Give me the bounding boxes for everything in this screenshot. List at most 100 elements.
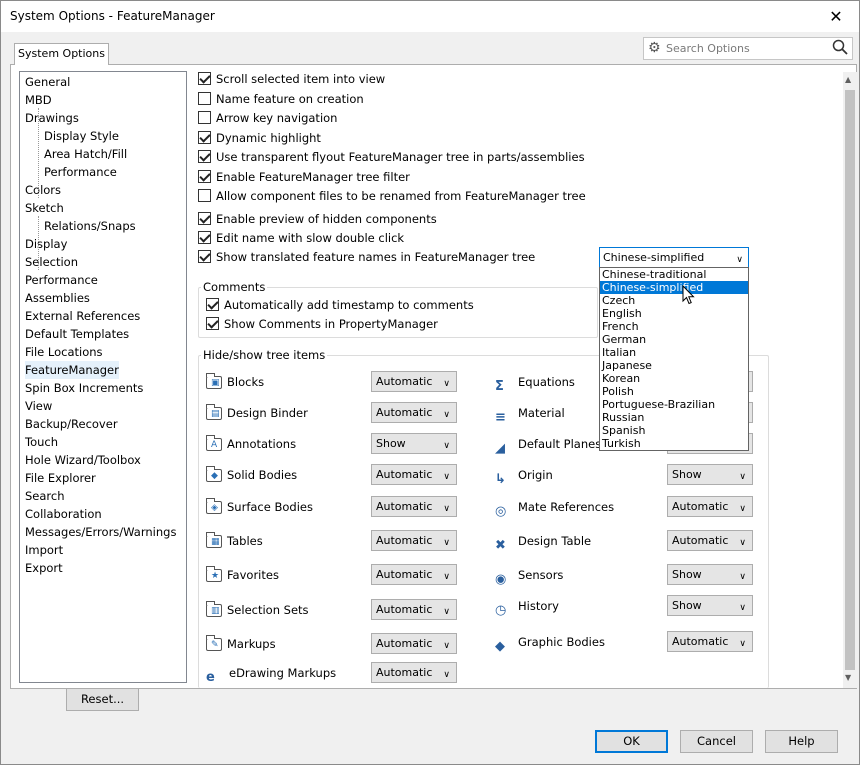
checkbox-box[interactable] (198, 189, 211, 202)
option-checkbox[interactable]: Allow component files to be renamed from… (198, 189, 586, 205)
nav-item[interactable]: Collaboration (25, 505, 102, 523)
option-checkbox[interactable]: Arrow key navigation (198, 111, 337, 127)
option-checkbox[interactable]: Scroll selected item into view (198, 72, 385, 88)
option-label: Show translated feature names in Feature… (216, 250, 536, 264)
visibility-select[interactable]: Automatic ∨ (371, 564, 457, 585)
vertical-scrollbar[interactable]: ▲ ▼ (843, 72, 857, 688)
language-option[interactable]: Chinese-traditional (600, 268, 748, 281)
nav-item[interactable]: File Locations (25, 343, 103, 361)
visibility-select[interactable]: Automatic ∨ (667, 631, 753, 652)
help-button[interactable]: Help (765, 730, 838, 753)
visibility-select[interactable]: Automatic ∨ (371, 496, 457, 517)
nav-item[interactable]: File Explorer (25, 469, 96, 487)
nav-item[interactable]: Messages/Errors/Warnings (25, 523, 176, 541)
nav-item[interactable]: MBD (25, 91, 52, 109)
option-checkbox[interactable]: Use transparent flyout FeatureManager tr… (198, 150, 585, 166)
reset-button[interactable]: Reset... (66, 688, 139, 711)
option-checkbox[interactable]: Enable preview of hidden components (198, 212, 437, 228)
nav-item[interactable]: Performance (44, 163, 117, 181)
nav-item[interactable]: Sketch (25, 199, 64, 217)
option-checkbox[interactable]: Dynamic highlight (198, 131, 321, 147)
nav-item[interactable]: Colors (25, 181, 61, 199)
language-option[interactable]: French (600, 320, 748, 333)
scroll-down-icon[interactable]: ▼ (845, 673, 851, 682)
visibility-select[interactable]: Automatic ∨ (371, 402, 457, 423)
visibility-select[interactable]: Automatic ∨ (371, 464, 457, 485)
visibility-select[interactable]: Automatic ∨ (371, 599, 457, 620)
nav-item[interactable]: Backup/Recover (25, 415, 118, 433)
checkbox-box[interactable] (198, 131, 211, 144)
checkbox-box[interactable] (198, 150, 211, 163)
nav-item[interactable]: Assemblies (25, 289, 90, 307)
nav-item[interactable]: Display Style (44, 127, 119, 145)
checkbox-box[interactable] (198, 170, 211, 183)
tab-system-options[interactable]: System Options (14, 43, 109, 65)
language-option[interactable]: Turkish (600, 437, 748, 450)
visibility-select[interactable]: Show ∨ (667, 464, 753, 485)
language-option[interactable]: Chinese-simplified (600, 281, 748, 294)
nav-item[interactable]: Performance (25, 271, 98, 289)
language-option[interactable]: Portuguese-Brazilian (600, 398, 748, 411)
nav-item[interactable]: Spin Box Increments (25, 379, 143, 397)
language-select[interactable]: Chinese-simplified ∨ (599, 247, 749, 268)
language-option[interactable]: Italian (600, 346, 748, 359)
comment-checkbox[interactable]: Show Comments in PropertyManager (206, 317, 438, 333)
checkbox-box[interactable] (198, 231, 211, 244)
visibility-select[interactable]: Automatic ∨ (371, 633, 457, 654)
language-option[interactable]: Japanese (600, 359, 748, 372)
language-option[interactable]: Polish (600, 385, 748, 398)
nav-item[interactable]: View (25, 397, 52, 415)
visibility-select[interactable]: Show ∨ (667, 595, 753, 616)
nav-item[interactable]: Area Hatch/Fill (44, 145, 127, 163)
nav-item[interactable]: FeatureManager (25, 361, 119, 379)
category-tree[interactable]: General MBD Drawings Display Style Area Hatc… (19, 71, 187, 683)
checkbox-box[interactable] (206, 298, 219, 311)
visibility-select[interactable]: Automatic ∨ (371, 371, 457, 392)
option-checkbox[interactable]: Enable FeatureManager tree filter (198, 170, 410, 186)
nav-item[interactable]: Selection (25, 253, 78, 271)
scrollbar-thumb[interactable] (845, 90, 855, 670)
nav-item[interactable]: Search (25, 487, 65, 505)
checkbox-box[interactable] (198, 212, 211, 225)
scroll-up-icon[interactable]: ▲ (845, 75, 851, 84)
nav-item[interactable]: Import (25, 541, 63, 559)
nav-item[interactable]: Hole Wizard/Toolbox (25, 451, 141, 469)
language-option[interactable]: Czech (600, 294, 748, 307)
option-checkbox[interactable]: Name feature on creation (198, 92, 364, 108)
visibility-select[interactable]: Show ∨ (371, 433, 457, 454)
language-option[interactable]: English (600, 307, 748, 320)
search-input[interactable]: ⚙ Search Options (643, 37, 853, 60)
visibility-select[interactable]: Show ∨ (667, 564, 753, 585)
cancel-button[interactable]: Cancel (680, 730, 753, 753)
visibility-select[interactable]: Automatic ∨ (667, 496, 753, 517)
nav-item[interactable]: General (25, 73, 70, 91)
visibility-select[interactable]: Automatic ∨ (667, 530, 753, 551)
comment-checkbox[interactable]: Automatically add timestamp to comments (206, 298, 474, 314)
language-option[interactable]: German (600, 333, 748, 346)
language-option[interactable]: Russian (600, 411, 748, 424)
checkbox-box[interactable] (198, 72, 211, 85)
nav-item[interactable]: Export (25, 559, 63, 577)
language-option[interactable]: Spanish (600, 424, 748, 437)
language-dropdown-list[interactable]: Chinese-traditional Chinese-simplified Cze… (599, 267, 749, 451)
language-option[interactable]: Korean (600, 372, 748, 385)
checkbox-box[interactable] (198, 250, 211, 263)
nav-item[interactable]: Relations/Snaps (44, 217, 136, 235)
nav-item[interactable]: Display (25, 235, 67, 253)
checkbox-box[interactable] (206, 317, 219, 330)
close-icon[interactable]: ✕ (813, 1, 859, 32)
checkbox-box[interactable] (198, 111, 211, 124)
nav-item[interactable]: Touch (25, 433, 58, 451)
search-icon[interactable] (832, 39, 848, 59)
checkbox-box[interactable] (198, 92, 211, 105)
tree-item-row: ▣ Blocks (206, 371, 264, 393)
gear-icon[interactable]: ⚙ (648, 40, 661, 56)
nav-item[interactable]: Drawings (25, 109, 79, 127)
visibility-select[interactable]: Automatic ∨ (371, 530, 457, 551)
nav-item[interactable]: Default Templates (25, 325, 129, 343)
ok-button[interactable]: OK (595, 730, 668, 753)
nav-item[interactable]: External References (25, 307, 140, 325)
option-checkbox[interactable]: Edit name with slow double click (198, 231, 404, 247)
option-checkbox[interactable]: Show translated feature names in Feature… (198, 250, 535, 266)
visibility-select[interactable]: Automatic ∨ (371, 662, 457, 683)
